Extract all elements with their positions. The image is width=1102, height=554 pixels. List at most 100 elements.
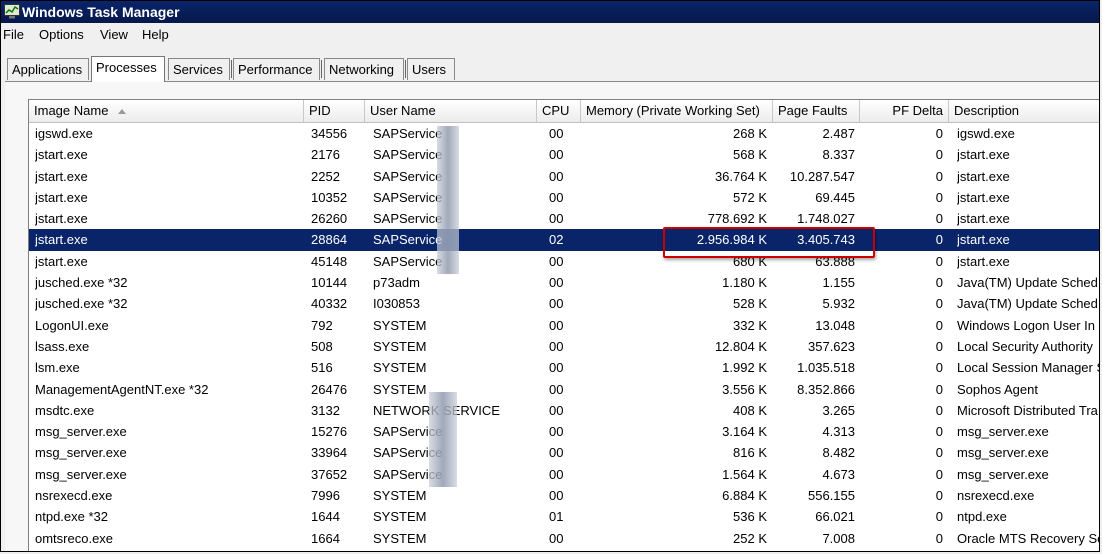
tab-services[interactable]: Services bbox=[168, 58, 230, 80]
process-memory: 12.804 K bbox=[714, 338, 767, 354]
table-row[interactable]: jstart.exe 2252 SAPService 00 36.764 K 10.287… bbox=[29, 166, 1099, 187]
process-page-faults: 357.623 bbox=[808, 338, 855, 354]
table-row[interactable]: jstart.exe 28864 SAPService 02 2.956.984 K 3.… bbox=[29, 229, 1099, 251]
process-user: SYSTEM bbox=[373, 317, 427, 333]
process-pf-delta: 0 bbox=[935, 126, 943, 141]
menu-view[interactable]: View bbox=[100, 27, 128, 42]
menu-help[interactable]: Help bbox=[142, 27, 169, 42]
column-description[interactable]: Description bbox=[949, 100, 1099, 122]
process-pf-delta: 0 bbox=[935, 360, 943, 376]
table-row[interactable]: jstart.exe 26260 SAPService 00 778.692 K 1.74… bbox=[29, 208, 1099, 229]
process-page-faults: 10.287.547 bbox=[789, 168, 855, 184]
tab-separator bbox=[231, 60, 232, 78]
process-pid: 2176 bbox=[311, 147, 340, 163]
process-name: lsass.exe bbox=[35, 338, 90, 354]
table-row[interactable]: msg_server.exe 15276 SAPService 00 3.164 K 4.… bbox=[29, 421, 1099, 442]
process-description: igswd.exe bbox=[957, 126, 1015, 141]
column-pid[interactable]: PID bbox=[304, 100, 365, 122]
table-row[interactable]: msg_server.exe 37652 SAPService 00 1.564 K 4.… bbox=[29, 464, 1099, 485]
process-pf-delta: 0 bbox=[935, 402, 943, 418]
process-memory: 528 K bbox=[733, 296, 767, 312]
process-pf-delta: 0 bbox=[935, 445, 943, 461]
table-row[interactable]: ntpd.exe *32 1644 SYSTEM 01 536 K 66.021 0 ntpd… bbox=[29, 506, 1099, 527]
table-row[interactable]: ManagementAgentNT.exe *32 26476 SYSTEM 00 3.… bbox=[29, 379, 1099, 400]
process-page-faults: 1.155 bbox=[822, 275, 855, 291]
column-page-faults[interactable]: Page Faults bbox=[773, 100, 860, 122]
menu-file[interactable]: File bbox=[3, 27, 24, 42]
process-memory: 268 K bbox=[733, 126, 767, 141]
table-row[interactable]: jusched.exe *32 10144 p73adm 00 1.180 K 1.155… bbox=[29, 272, 1099, 293]
process-memory: 332 K bbox=[733, 317, 767, 333]
process-name: jstart.exe bbox=[35, 189, 88, 205]
column-cpu[interactable]: CPU bbox=[537, 100, 581, 122]
process-cpu: 00 bbox=[549, 381, 564, 397]
tab-separator bbox=[321, 60, 322, 78]
process-description: ntpd.exe bbox=[957, 509, 1007, 525]
table-row[interactable]: msdtc.exe 3132 NETWORK SERVICE 00 408 K 3.265… bbox=[29, 400, 1099, 421]
process-list[interactable]: Image Name PID User Name CPU Memory (Pri… bbox=[28, 99, 1099, 551]
process-cpu: 00 bbox=[549, 488, 564, 504]
column-header-row: Image Name PID User Name CPU Memory (Pri… bbox=[29, 100, 1099, 123]
process-page-faults: 7.008 bbox=[822, 530, 855, 546]
tab-users[interactable]: Users bbox=[407, 58, 455, 80]
process-description: msg_server.exe bbox=[957, 424, 1049, 440]
table-row[interactable]: omtsreco.exe 1664 SYSTEM 00 252 K 7.008 0 Oracl… bbox=[29, 528, 1099, 549]
table-row[interactable]: msg_server.exe 33964 SAPService 00 816 K 8.48… bbox=[29, 442, 1099, 463]
tab-networking[interactable]: Networking bbox=[324, 58, 404, 80]
process-memory: 3.556 K bbox=[722, 381, 767, 397]
process-description: Sophos Agent bbox=[957, 381, 1038, 397]
process-pid: 28864 bbox=[311, 232, 348, 248]
process-cpu: 00 bbox=[549, 530, 564, 546]
process-cpu: 00 bbox=[549, 189, 564, 205]
tab-separator bbox=[405, 60, 406, 78]
title-bar[interactable]: Windows Task Manager bbox=[1, 1, 1099, 23]
process-memory: 6.884 K bbox=[722, 488, 767, 504]
process-page-faults: 3.265 bbox=[822, 402, 855, 418]
column-user-name[interactable]: User Name bbox=[365, 100, 537, 122]
process-memory: 572 K bbox=[733, 189, 767, 205]
process-page-faults: 1.035.518 bbox=[797, 360, 855, 376]
highlight-box bbox=[663, 226, 875, 258]
process-cpu: 00 bbox=[549, 253, 564, 269]
process-pf-delta: 0 bbox=[935, 317, 943, 333]
tab-processes[interactable]: Processes bbox=[91, 56, 165, 82]
table-row[interactable]: jusched.exe *32 40332 I030853 00 528 K 5.932 0… bbox=[29, 293, 1099, 314]
table-row[interactable]: jstart.exe 10352 SAPService 00 572 K 69.445 0 j… bbox=[29, 187, 1099, 208]
process-page-faults: 13.048 bbox=[815, 317, 855, 333]
table-row[interactable]: jstart.exe 2176 SAPService 00 568 K 8.337 0 jst… bbox=[29, 144, 1099, 165]
process-name: jusched.exe *32 bbox=[35, 296, 128, 312]
process-cpu: 00 bbox=[549, 466, 564, 482]
window-title: Windows Task Manager bbox=[22, 4, 180, 20]
process-name: jstart.exe bbox=[35, 232, 88, 248]
menu-options[interactable]: Options bbox=[39, 27, 84, 42]
menu-bar: File Options View Help bbox=[1, 24, 1099, 46]
process-name: jusched.exe *32 bbox=[35, 275, 128, 291]
process-pf-delta: 0 bbox=[935, 530, 943, 546]
table-row[interactable]: nsrexecd.exe 7996 SYSTEM 00 6.884 K 556.155 0 n… bbox=[29, 485, 1099, 506]
process-name: jstart.exe bbox=[35, 147, 88, 163]
process-cpu: 00 bbox=[549, 168, 564, 184]
tab-performance[interactable]: Performance bbox=[233, 58, 320, 80]
table-row[interactable]: lsm.exe 516 SYSTEM 00 1.992 K 1.035.518 0 Local… bbox=[29, 357, 1099, 378]
process-pid: 3132 bbox=[311, 402, 340, 418]
column-memory[interactable]: Memory (Private Working Set) bbox=[581, 100, 773, 122]
table-row[interactable]: lsass.exe 508 SYSTEM 00 12.804 K 357.623 0 Loca… bbox=[29, 336, 1099, 357]
process-name: igswd.exe bbox=[35, 126, 93, 141]
column-image-name[interactable]: Image Name bbox=[29, 100, 304, 122]
process-cpu: 00 bbox=[549, 275, 564, 291]
table-row[interactable]: jstart.exe 45148 SAPService 00 680 K 63.888 0 j… bbox=[29, 251, 1099, 272]
process-name: lsm.exe bbox=[35, 360, 80, 376]
tab-applications[interactable]: Applications bbox=[7, 58, 89, 80]
process-cpu: 00 bbox=[549, 360, 564, 376]
tab-strip: Applications Processes Services Performa… bbox=[1, 56, 1099, 82]
process-pid: 34556 bbox=[311, 126, 348, 141]
table-row[interactable]: igswd.exe 34556 SAPService 00 268 K 2.487 0 igs… bbox=[29, 123, 1099, 144]
table-row[interactable]: LogonUI.exe 792 SYSTEM 00 332 K 13.048 0 Window… bbox=[29, 315, 1099, 336]
process-memory: 252 K bbox=[733, 530, 767, 546]
process-name: nsrexecd.exe bbox=[35, 488, 113, 504]
task-manager-window: Windows Task Manager File Options View H… bbox=[0, 0, 1100, 552]
process-pf-delta: 0 bbox=[935, 275, 943, 291]
process-page-faults: 4.313 bbox=[822, 424, 855, 440]
column-pf-delta[interactable]: PF Delta bbox=[860, 100, 949, 122]
process-pf-delta: 0 bbox=[935, 147, 943, 163]
